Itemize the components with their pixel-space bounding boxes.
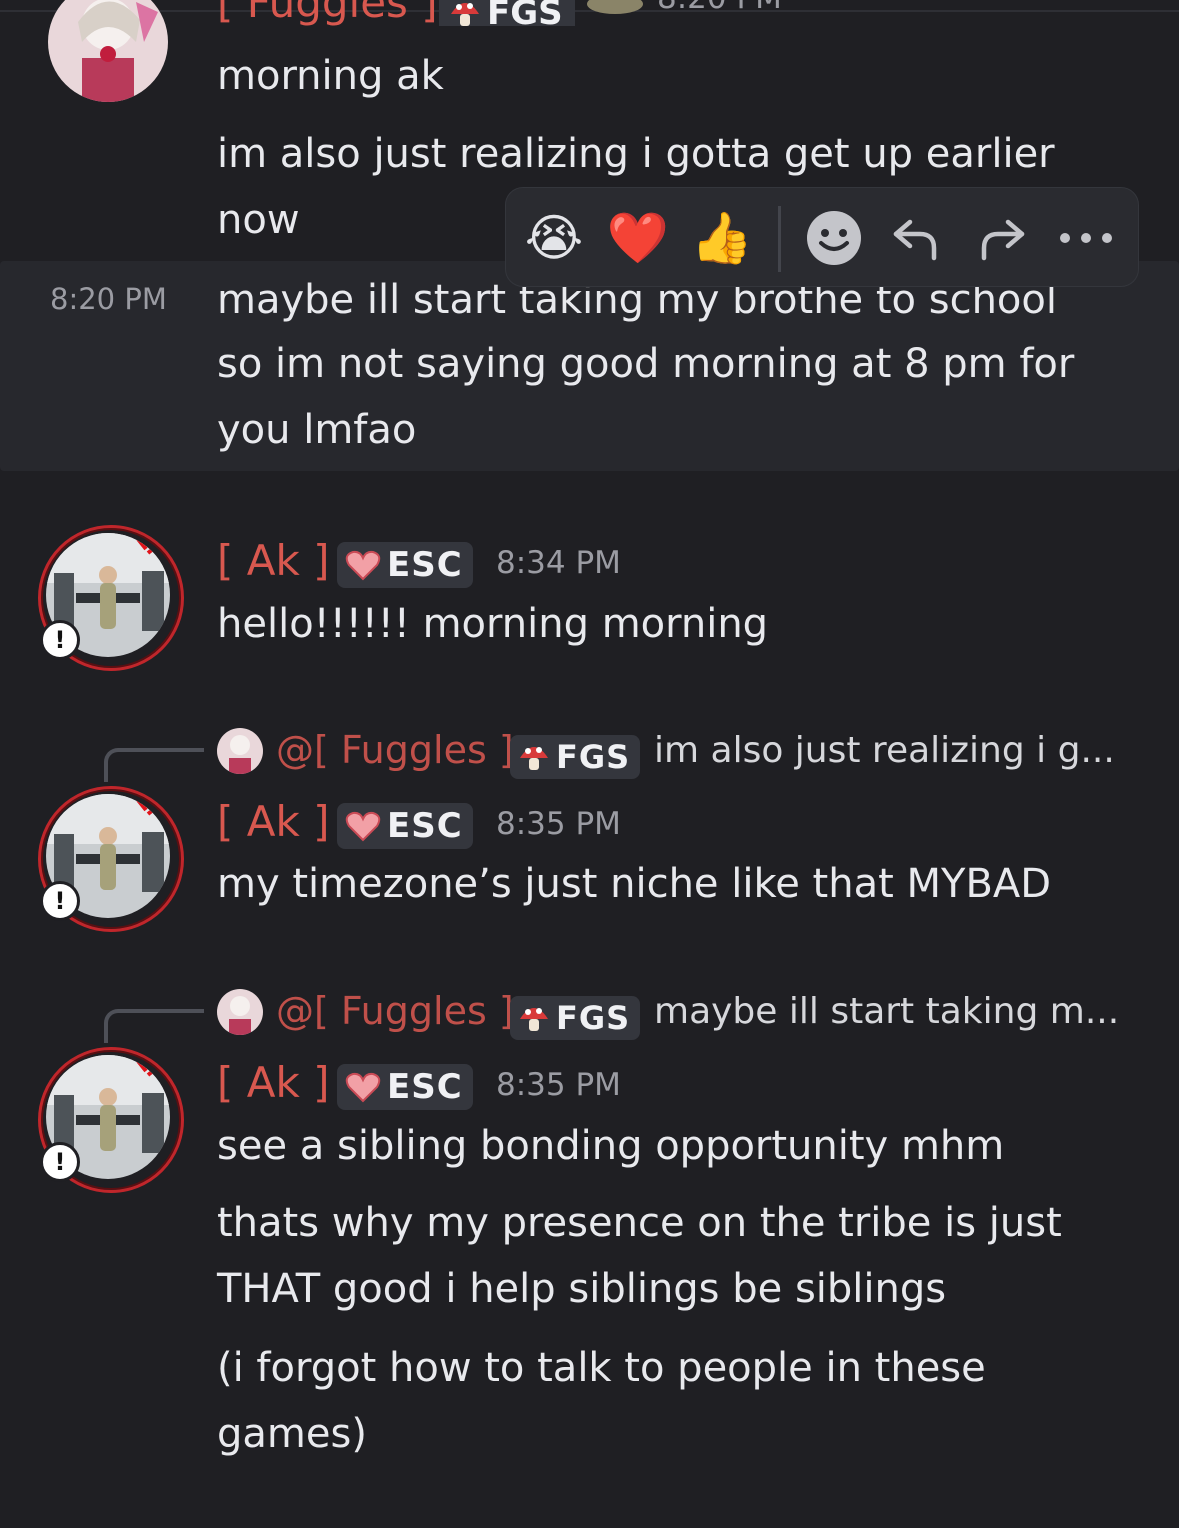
role-tag: FGS [439,0,575,26]
mushroom-icon [520,747,548,770]
status-alert-icon: ! [40,1142,80,1182]
reply-author[interactable]: @[ Fuggles ] [276,728,514,772]
author-name[interactable]: [ Ak ] [217,797,330,846]
author-name[interactable]: [ Fuggles ] [217,0,438,26]
role-tag-label: ESC [387,806,463,846]
reaction-crying[interactable]: 😭 [522,206,586,270]
role-tag-label: FGS [487,0,563,26]
timestamp: 8:35 PM [496,806,621,842]
author-name[interactable]: [ Ak ] [217,536,330,585]
reply-icon[interactable] [884,206,948,270]
message-line[interactable]: im also just realizing i gotta get up ea… [217,130,1055,178]
message-line[interactable]: so im not saying good morning at 8 pm fo… [217,340,1074,388]
role-tag: FGS [510,735,641,779]
role-tag-label: ESC [387,1067,463,1107]
role-tag: FGS [510,996,641,1040]
message-line[interactable]: you lmfao [217,406,416,454]
partial-header: [ Fuggles ] FGS 8:20 PM [217,0,817,26]
reaction-heart[interactable]: ❤️ [606,206,670,270]
timestamp: 8:34 PM [496,545,621,581]
timestamp: 8:35 PM [496,1067,621,1103]
heart-icon [345,550,381,581]
role-tag: ESC [337,1064,473,1110]
reply-author[interactable]: @[ Fuggles ] [276,989,514,1033]
reply-preview[interactable]: maybe ill start taking m... [654,991,1119,1032]
mushroom-icon [451,3,479,26]
role-tag-label: ESC [387,545,463,585]
add-reaction-icon[interactable] [802,206,866,270]
role-tag-label: FGS [556,738,631,776]
sticker-icon [587,0,643,14]
message-line[interactable]: games) [217,1410,367,1458]
reply-avatar[interactable] [217,989,263,1035]
more-icon[interactable] [1054,206,1118,270]
message-line[interactable]: morning ak [217,52,444,100]
message-line[interactable]: hello!!!!!! morning morning [217,600,768,648]
role-tag-label: FGS [556,999,631,1037]
reply-avatar[interactable] [217,728,263,774]
heart-icon [345,811,381,842]
reply-connector [104,1009,204,1043]
message-line[interactable]: now [217,196,300,244]
forward-icon[interactable] [970,206,1034,270]
message-line[interactable]: (i forgot how to talk to people in these [217,1344,986,1392]
message-line[interactable]: thats why my presence on the tribe is ju… [217,1199,1062,1247]
hover-timestamp: 8:20 PM [50,282,167,316]
author-name[interactable]: [ Ak ] [217,1058,330,1107]
avatar[interactable] [48,0,168,102]
reply-connector [104,748,204,782]
status-alert-icon: ! [40,620,80,660]
toolbar-divider [778,206,781,272]
role-tag: ESC [337,542,473,588]
reply-preview[interactable]: im also just realizing i g... [654,730,1115,771]
heart-icon [345,1072,381,1103]
role-tag: ESC [337,803,473,849]
message-action-toolbar: 😭 ❤️ 👍 [505,187,1139,287]
message-line[interactable]: THAT good i help siblings be siblings [217,1265,946,1313]
message-line[interactable]: my timezone’s just niche like that MYBAD [217,860,1051,908]
status-alert-icon: ! [40,881,80,921]
mushroom-icon [520,1008,548,1031]
timestamp: 8:20 PM [657,0,782,16]
reaction-thumbsup[interactable]: 👍 [690,206,754,270]
message-line[interactable]: see a sibling bonding opportunity mhm [217,1122,1004,1170]
